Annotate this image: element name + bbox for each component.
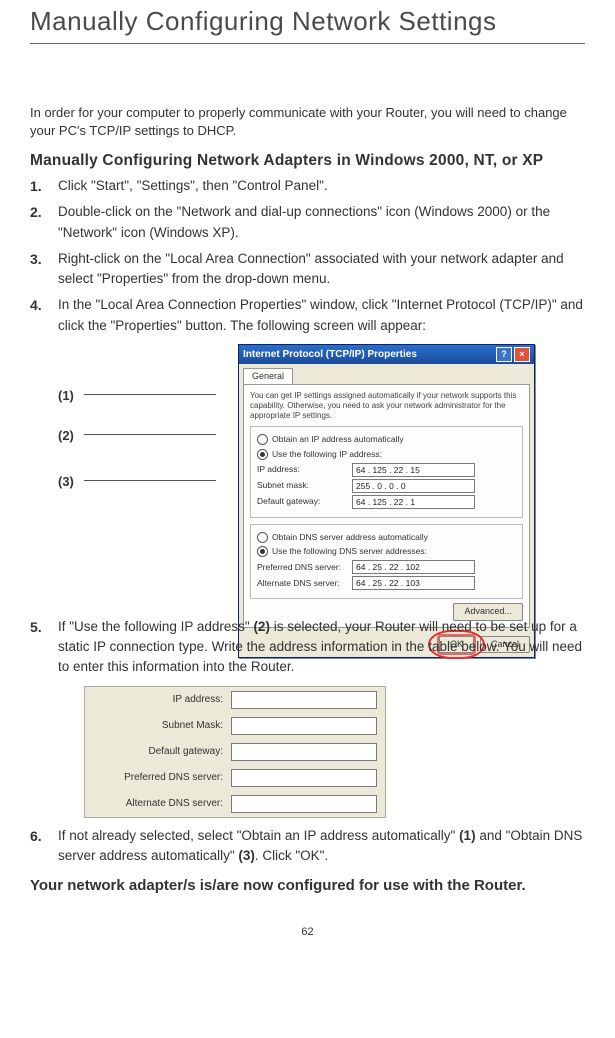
radio-label: Obtain an IP address automatically — [272, 433, 404, 446]
step-text-part: . Click "OK". — [255, 848, 328, 863]
step-number: 6. — [30, 826, 42, 847]
dialog-title: Internet Protocol (TCP/IP) Properties — [243, 347, 494, 362]
steps-list: 1. Click "Start", "Settings", then "Cont… — [30, 176, 585, 866]
step-text: Right-click on the "Local Area Connectio… — [58, 251, 564, 286]
callout-2: (2) — [58, 426, 74, 446]
alternate-dns-input[interactable]: 64 . 25 . 22 . 103 — [352, 576, 475, 590]
ipform-mask-input[interactable] — [231, 717, 377, 735]
figure-wrap: (1) (2) (3) Internet Protocol (TCP/IP) P — [58, 344, 585, 609]
radio-use-following-ip[interactable] — [257, 449, 268, 460]
step-number: 4. — [30, 295, 42, 316]
radio-obtain-ip-auto[interactable] — [257, 434, 268, 445]
preferred-dns-input[interactable]: 64 . 25 . 22 . 102 — [352, 560, 475, 574]
callout-1: (1) — [58, 386, 74, 406]
step-text: In the "Local Area Connection Properties… — [58, 297, 583, 332]
ipform-pdns-label: Preferred DNS server: — [93, 770, 231, 785]
tab-general[interactable]: General — [243, 368, 293, 385]
default-gateway-input[interactable]: 64 . 125 . 22 . 1 — [352, 495, 475, 509]
subnet-mask-label: Subnet mask: — [257, 479, 352, 492]
dns-group: Obtain DNS server address automatically … — [250, 524, 523, 600]
step-5: 5. If "Use the following IP address" (2)… — [30, 617, 585, 818]
ipform-gw-input[interactable] — [231, 743, 377, 761]
radio-label: Obtain DNS server address automatically — [272, 531, 428, 544]
closing-text: Your network adapter/s is/are now config… — [30, 876, 585, 896]
ip-group: Obtain an IP address automatically Use t… — [250, 426, 523, 518]
dialog-description: You can get IP settings assigned automat… — [250, 391, 523, 420]
ip-address-input[interactable]: 64 . 125 . 22 . 15 — [352, 463, 475, 477]
ip-address-label: IP address: — [257, 463, 352, 476]
step-number: 3. — [30, 249, 42, 270]
dialog-titlebar: Internet Protocol (TCP/IP) Properties ? … — [239, 345, 534, 364]
step-number: 5. — [30, 617, 42, 638]
radio-obtain-dns-auto[interactable] — [257, 532, 268, 543]
ipform-mask-label: Subnet Mask: — [93, 718, 231, 733]
ipform-adns-input[interactable] — [231, 795, 377, 813]
ipform-pdns-input[interactable] — [231, 769, 377, 787]
page-title: Manually Configuring Network Settings — [30, 0, 585, 44]
ipform-gw-label: Default gateway: — [93, 744, 231, 759]
tcpip-properties-dialog: Internet Protocol (TCP/IP) Properties ? … — [238, 344, 535, 658]
close-button[interactable]: × — [514, 347, 530, 362]
alternate-dns-label: Alternate DNS server: — [257, 577, 352, 590]
default-gateway-label: Default gateway: — [257, 495, 352, 508]
step-text-part: If not already selected, select "Obtain … — [58, 828, 459, 843]
step-ref: (1) — [459, 828, 476, 843]
radio-label: Use the following IP address: — [272, 448, 382, 461]
step-text-part: If "Use the following IP address" — [58, 619, 253, 634]
step-4: 4. In the "Local Area Connection Propert… — [30, 295, 585, 609]
step-number: 2. — [30, 202, 42, 223]
ipform-ip-input[interactable] — [231, 691, 377, 709]
subnet-mask-input[interactable]: 255 . 0 . 0 . 0 — [352, 479, 475, 493]
step-ref: (3) — [238, 848, 255, 863]
callout-3: (3) — [58, 472, 74, 492]
step-2: 2. Double-click on the "Network and dial… — [30, 202, 585, 243]
ipform-adns-label: Alternate DNS server: — [93, 796, 231, 811]
step-1: 1. Click "Start", "Settings", then "Cont… — [30, 176, 585, 196]
radio-use-following-dns[interactable] — [257, 546, 268, 557]
ipform-ip-label: IP address: — [93, 692, 231, 707]
section-heading: Manually Configuring Network Adapters in… — [30, 152, 585, 170]
step-3: 3. Right-click on the "Local Area Connec… — [30, 249, 585, 290]
intro-text: In order for your computer to properly c… — [30, 104, 585, 139]
help-button[interactable]: ? — [496, 347, 512, 362]
page-number: 62 — [30, 926, 585, 938]
step-text: Double-click on the "Network and dial-up… — [58, 204, 550, 239]
radio-label: Use the following DNS server addresses: — [272, 545, 427, 558]
preferred-dns-label: Preferred DNS server: — [257, 561, 352, 574]
step-number: 1. — [30, 176, 42, 197]
ip-form: IP address: Subnet Mask: Default gateway… — [84, 686, 386, 818]
step-6: 6. If not already selected, select "Obta… — [30, 826, 585, 867]
step-text: Click "Start", "Settings", then "Control… — [58, 178, 328, 193]
step-ref: (2) — [253, 619, 270, 634]
